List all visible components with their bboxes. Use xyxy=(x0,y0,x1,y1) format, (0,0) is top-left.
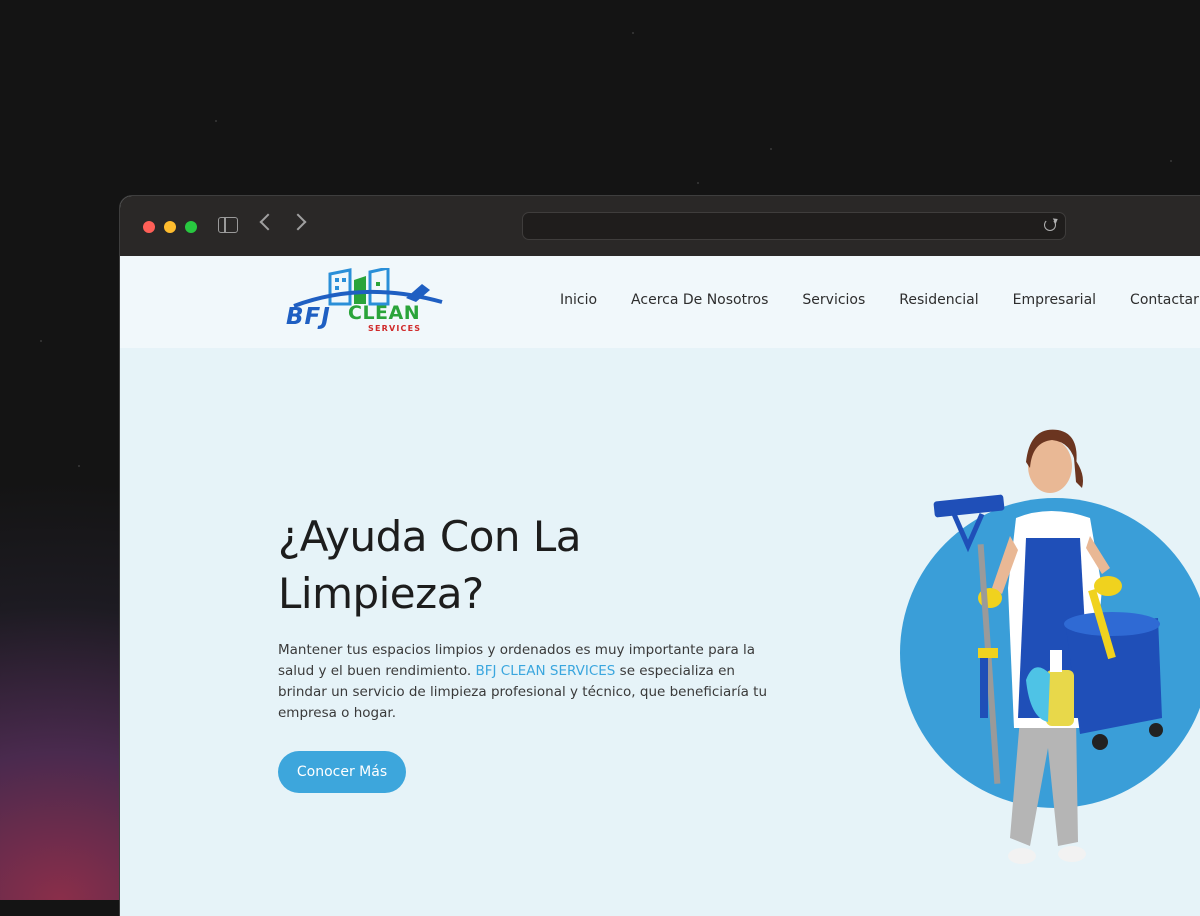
forward-arrow-icon[interactable] xyxy=(289,213,307,231)
bfj-clean-services-logo[interactable]: BFJ CLEAN SERVICES xyxy=(284,268,446,336)
hero-title-line1: ¿Ayuda Con La xyxy=(278,512,582,561)
logo-text-bfj: BFJ xyxy=(286,304,331,330)
background-star xyxy=(632,32,634,34)
browser-window: BFJ CLEAN SERVICES Inicio Acerca De Noso… xyxy=(120,196,1200,916)
site-header: BFJ CLEAN SERVICES Inicio Acerca De Noso… xyxy=(120,256,1200,348)
nav-item-residencial[interactable]: Residencial xyxy=(899,292,978,308)
logo-text-services: SERVICES xyxy=(368,324,422,333)
maximize-window-button[interactable] xyxy=(185,221,197,233)
logo-text-clean: CLEAN xyxy=(348,302,421,324)
background-star xyxy=(1170,160,1172,162)
hero-section: ¿Ayuda Con La Limpieza? Mantener tus esp… xyxy=(120,348,1200,916)
hero-description: Mantener tus espacios limpios y ordenado… xyxy=(278,640,783,724)
close-window-button[interactable] xyxy=(143,221,155,233)
nav-item-contactar[interactable]: Contactar xyxy=(1130,292,1199,308)
background-star xyxy=(697,182,699,184)
hero-title: ¿Ayuda Con La Limpieza? xyxy=(278,508,698,622)
hero-brand-name: BFJ CLEAN SERVICES xyxy=(475,663,616,679)
address-bar[interactable] xyxy=(522,212,1066,240)
nav-item-inicio[interactable]: Inicio xyxy=(560,292,597,308)
hero-title-line2: Limpieza? xyxy=(278,569,484,618)
back-arrow-icon[interactable] xyxy=(259,213,277,231)
nav-item-acerca-de-nosotros[interactable]: Acerca De Nosotros xyxy=(631,292,768,308)
main-nav: Inicio Acerca De Nosotros Servicios Resi… xyxy=(560,292,1200,308)
reload-icon[interactable] xyxy=(1044,219,1056,231)
hero-illustration xyxy=(890,418,1200,888)
conocer-mas-button[interactable]: Conocer Más xyxy=(278,751,406,793)
background-star xyxy=(215,120,217,122)
sidebar-toggle-icon[interactable] xyxy=(218,217,238,233)
background-star xyxy=(770,148,772,150)
background-star xyxy=(40,340,42,342)
background-star xyxy=(78,465,80,467)
minimize-window-button[interactable] xyxy=(164,221,176,233)
browser-toolbar xyxy=(120,196,1200,257)
nav-item-empresarial[interactable]: Empresarial xyxy=(1013,292,1096,308)
nav-item-servicios[interactable]: Servicios xyxy=(802,292,865,308)
cleaning-woman-image xyxy=(933,429,1163,864)
